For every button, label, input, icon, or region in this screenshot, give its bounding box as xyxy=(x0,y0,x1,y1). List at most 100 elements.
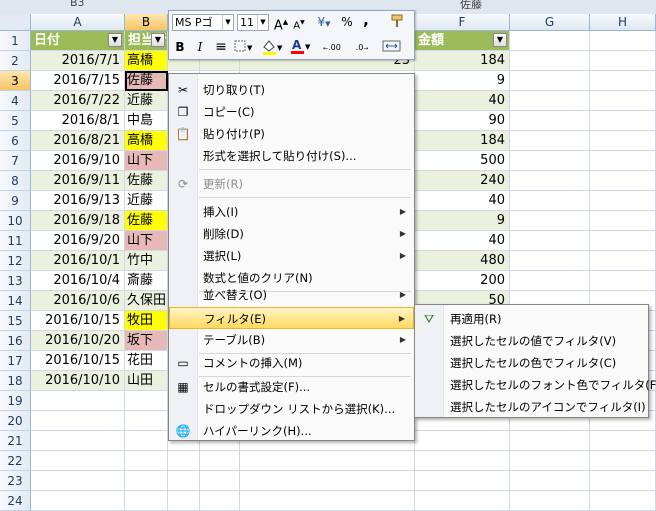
menu-item[interactable]: 削除(D) ▶ xyxy=(169,223,414,245)
row-header-4[interactable]: 4 xyxy=(0,91,31,111)
empty-cell[interactable] xyxy=(590,91,656,111)
submenu-item[interactable]: 選択したセルのアイコンでフィルタ(I) xyxy=(415,396,648,418)
empty-cell[interactable] xyxy=(200,491,240,511)
empty-cell[interactable] xyxy=(168,451,200,471)
date-cell[interactable]: 2016/9/11 xyxy=(31,171,125,191)
date-cell[interactable]: 2016/10/15 xyxy=(31,311,125,331)
person-cell[interactable]: 中島 xyxy=(125,111,168,131)
name-box[interactable]: B3 xyxy=(70,0,85,9)
filter-dropdown-icon[interactable]: ▼ xyxy=(108,33,122,47)
empty-cell[interactable] xyxy=(125,491,168,511)
font-size-select[interactable]: 11 ▼ xyxy=(237,14,269,31)
empty-cell[interactable] xyxy=(590,51,656,71)
date-cell[interactable]: 2016/10/6 xyxy=(31,291,125,311)
row-header-24[interactable]: 24 xyxy=(0,491,31,511)
format-painter-button[interactable] xyxy=(387,13,407,31)
empty-cell[interactable] xyxy=(590,31,656,51)
row-header-5[interactable]: 5 xyxy=(0,111,31,131)
empty-cell[interactable] xyxy=(510,491,590,511)
menu-item[interactable]: 並べ替え(O) ▶ xyxy=(169,284,414,306)
empty-cell[interactable] xyxy=(590,431,656,451)
empty-cell[interactable] xyxy=(590,211,656,231)
empty-cell[interactable] xyxy=(31,391,125,411)
person-cell[interactable]: 佐藤 xyxy=(125,71,168,91)
empty-cell[interactable] xyxy=(510,191,590,211)
empty-cell[interactable] xyxy=(590,271,656,291)
empty-cell[interactable] xyxy=(590,191,656,211)
fill-color-button[interactable]: ▼ xyxy=(261,38,285,56)
row-header-13[interactable]: 13 xyxy=(0,271,31,291)
italic-button[interactable]: I xyxy=(193,38,207,56)
person-cell[interactable]: 牧田 xyxy=(125,311,168,331)
menu-item[interactable]: ❐ コピー(C) xyxy=(169,101,414,123)
amount-cell[interactable]: 184 xyxy=(415,131,510,151)
row-header-16[interactable]: 16 xyxy=(0,331,31,351)
empty-cell[interactable] xyxy=(510,251,590,271)
amount-cell[interactable]: 40 xyxy=(415,231,510,251)
person-cell[interactable]: 佐藤 xyxy=(125,171,168,191)
amount-cell[interactable]: 500 xyxy=(415,151,510,171)
empty-cell[interactable] xyxy=(168,491,200,511)
date-cell[interactable]: 2016/9/18 xyxy=(31,211,125,231)
row-header-19[interactable]: 19 xyxy=(0,391,31,411)
empty-cell[interactable] xyxy=(125,391,168,411)
person-cell[interactable]: 高橋 xyxy=(125,131,168,151)
row-header-7[interactable]: 7 xyxy=(0,151,31,171)
row-header-1[interactable]: 1 xyxy=(0,31,31,51)
amount-cell[interactable]: 240 xyxy=(415,171,510,191)
empty-cell[interactable] xyxy=(125,411,168,431)
column-header-a[interactable]: A xyxy=(31,14,125,31)
date-cell[interactable]: 2016/10/20 xyxy=(31,331,125,351)
borders-button[interactable]: ▼ xyxy=(233,38,255,56)
empty-cell[interactable] xyxy=(240,471,415,491)
person-cell[interactable]: 花田 xyxy=(125,351,168,371)
row-header-9[interactable]: 9 xyxy=(0,191,31,211)
empty-cell[interactable] xyxy=(510,131,590,151)
menu-item[interactable]: フィルタ(E) ▶ xyxy=(169,307,414,329)
empty-cell[interactable] xyxy=(31,431,125,451)
date-cell[interactable]: 2016/10/1 xyxy=(31,251,125,271)
column-header-h[interactable]: H xyxy=(590,14,656,31)
empty-cell[interactable] xyxy=(168,471,200,491)
empty-cell[interactable] xyxy=(510,31,590,51)
menu-item[interactable]: テーブル(B) ▶ xyxy=(169,329,414,351)
empty-cell[interactable] xyxy=(590,111,656,131)
date-cell[interactable]: 2016/9/20 xyxy=(31,231,125,251)
select-all-corner[interactable] xyxy=(0,14,31,31)
empty-cell[interactable] xyxy=(590,171,656,191)
center-align-button[interactable]: ≡ xyxy=(213,38,229,56)
bold-button[interactable]: B xyxy=(173,38,187,56)
date-cell[interactable]: 2016/7/1 xyxy=(31,51,125,71)
empty-cell[interactable] xyxy=(510,91,590,111)
empty-cell[interactable] xyxy=(510,111,590,131)
empty-cell[interactable] xyxy=(31,411,125,431)
person-cell[interactable]: 山下 xyxy=(125,151,168,171)
empty-cell[interactable] xyxy=(240,451,415,471)
row-header-18[interactable]: 18 xyxy=(0,371,31,391)
empty-cell[interactable] xyxy=(510,231,590,251)
person-cell[interactable]: 山下 xyxy=(125,231,168,251)
empty-cell[interactable] xyxy=(510,171,590,191)
submenu-item[interactable]: ⛛ 再適用(R) xyxy=(415,308,648,330)
menu-item[interactable]: 📋 貼り付け(P) xyxy=(169,123,414,145)
merge-center-button[interactable] xyxy=(381,38,403,56)
menu-item[interactable]: ドロップダウン リストから選択(K)... xyxy=(169,398,414,420)
empty-cell[interactable] xyxy=(590,231,656,251)
row-header-2[interactable]: 2 xyxy=(0,51,31,71)
empty-cell[interactable] xyxy=(415,491,510,511)
column-header-g[interactable]: G xyxy=(510,14,590,31)
empty-cell[interactable] xyxy=(510,451,590,471)
empty-cell[interactable] xyxy=(200,471,240,491)
person-cell[interactable]: 坂下 xyxy=(125,331,168,351)
column-header-f[interactable]: F xyxy=(415,14,510,31)
empty-cell[interactable] xyxy=(590,491,656,511)
menu-item[interactable]: ✂ 切り取り(T) xyxy=(169,79,414,101)
menu-item[interactable]: 選択(L) ▶ xyxy=(169,245,414,267)
formula-bar-content[interactable]: 佐藤 xyxy=(460,0,482,12)
row-header-3[interactable]: 3 xyxy=(0,71,31,91)
date-cell[interactable]: 2016/8/1 xyxy=(31,111,125,131)
empty-cell[interactable] xyxy=(510,431,590,451)
submenu-item[interactable]: 選択したセルの値でフィルタ(V) xyxy=(415,330,648,352)
menu-item[interactable]: ▦ セルの書式設定(F)... xyxy=(169,376,414,398)
amount-cell[interactable]: 40 xyxy=(415,91,510,111)
